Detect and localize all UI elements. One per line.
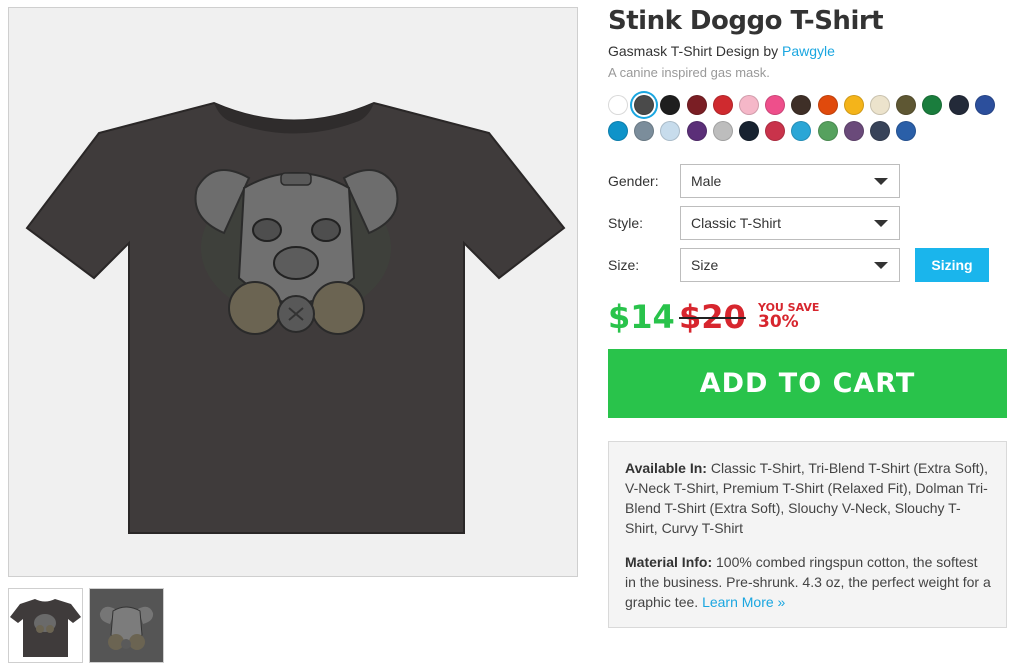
product-title: Stink Doggo T-Shirt	[608, 6, 884, 36]
color-swatch[interactable]	[634, 121, 655, 141]
artist-link[interactable]: Pawgyle	[782, 43, 835, 59]
color-swatch[interactable]	[896, 121, 917, 141]
thumbnail-tshirt[interactable]	[8, 588, 83, 663]
size-label: Size:	[608, 257, 640, 273]
style-select[interactable]: Classic T-Shirt	[680, 206, 900, 240]
size-select[interactable]: Size	[680, 248, 900, 282]
design-type-text: Gasmask T-Shirt Design by	[608, 43, 779, 59]
color-swatch[interactable]	[660, 95, 681, 115]
color-swatch[interactable]	[791, 121, 812, 141]
available-in-section: Available In: Classic T-Shirt, Tri-Blend…	[625, 458, 992, 538]
chevron-down-icon	[874, 262, 888, 269]
color-swatch[interactable]	[817, 121, 838, 141]
product-tagline: A canine inspired gas mask.	[608, 65, 770, 80]
color-swatch[interactable]	[739, 95, 759, 115]
thumbnail-artwork[interactable]	[89, 588, 164, 663]
color-swatch[interactable]	[843, 121, 864, 141]
save-percent: 30%	[758, 312, 799, 332]
color-swatch[interactable]	[817, 95, 838, 115]
gasmask-thumb-icon	[99, 606, 154, 650]
color-swatch[interactable]	[660, 121, 681, 141]
color-swatch[interactable]	[686, 95, 707, 115]
color-swatch[interactable]	[870, 121, 890, 141]
color-swatch[interactable]	[712, 95, 733, 115]
main-product-image[interactable]	[8, 7, 578, 577]
gender-select[interactable]: Male	[680, 164, 900, 198]
available-in-heading: Available In:	[625, 460, 707, 476]
color-swatch[interactable]	[791, 95, 812, 115]
color-swatch[interactable]	[974, 95, 995, 115]
style-select-value: Classic T-Shirt	[691, 215, 781, 231]
chevron-down-icon	[874, 178, 888, 185]
color-swatch[interactable]	[948, 95, 969, 115]
size-select-value: Size	[691, 257, 719, 273]
color-swatch[interactable]	[686, 121, 707, 141]
gender-select-value: Male	[691, 173, 722, 189]
color-swatch[interactable]	[922, 95, 943, 115]
color-swatch[interactable]	[712, 121, 733, 141]
color-swatch[interactable]	[739, 121, 759, 141]
product-info-box: Available In: Classic T-Shirt, Tri-Blend…	[608, 441, 1007, 628]
current-price: $14	[608, 298, 675, 336]
color-swatch[interactable]	[765, 121, 786, 141]
tshirt-thumb-icon	[10, 599, 81, 657]
style-label: Style:	[608, 215, 644, 231]
sizing-button[interactable]: Sizing	[915, 248, 989, 282]
material-info-section: Material Info: 100% combed ringspun cott…	[625, 552, 992, 612]
color-swatch[interactable]	[870, 95, 890, 115]
learn-more-link[interactable]: Learn More »	[702, 594, 785, 610]
color-swatch[interactable]	[765, 95, 786, 115]
add-to-cart-button[interactable]: ADD TO CART	[608, 349, 1007, 418]
product-byline: Gasmask T-Shirt Design by Pawgyle	[608, 43, 835, 59]
material-info-heading: Material Info:	[625, 554, 713, 570]
chevron-down-icon	[874, 220, 888, 227]
color-swatch[interactable]	[896, 95, 917, 115]
color-swatch[interactable]	[843, 95, 864, 115]
color-swatch[interactable]	[634, 95, 655, 115]
color-swatch[interactable]	[608, 95, 628, 115]
tshirt-image	[25, 101, 566, 534]
gender-label: Gender:	[608, 173, 659, 189]
original-price: $20	[679, 298, 746, 336]
color-swatch[interactable]	[608, 121, 628, 141]
